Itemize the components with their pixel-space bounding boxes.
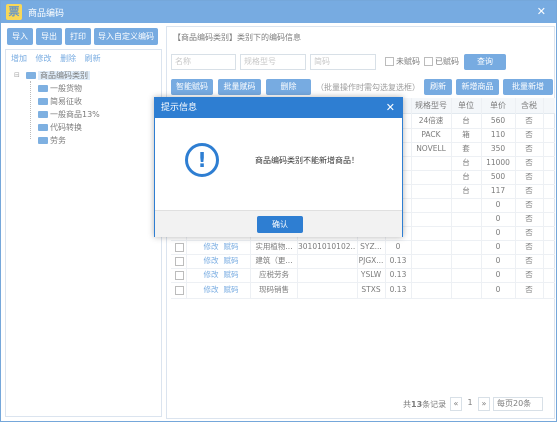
dialog-close-button[interactable]: ✕	[386, 98, 395, 118]
dialog-title: 提示信息	[155, 98, 402, 118]
dialog-footer: 确认	[155, 210, 402, 237]
exclamation-icon: !	[185, 143, 219, 177]
info-dialog: 提示信息 ✕ ! 商品编码类别不能新增商品！ 确认	[154, 97, 403, 237]
dialog-message: 商品编码类别不能新增商品！	[255, 156, 359, 165]
confirm-button[interactable]: 确认	[257, 216, 303, 233]
